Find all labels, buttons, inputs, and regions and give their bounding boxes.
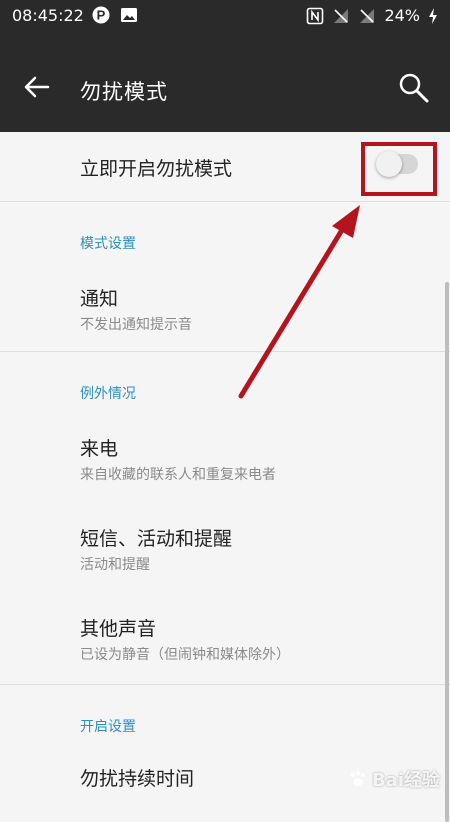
battery-percentage: 24% — [384, 6, 420, 25]
page-title: 勿扰模式 — [80, 80, 168, 104]
section-header-activation-settings: 开启设置 — [80, 719, 136, 735]
app-bar: 勿扰模式 — [0, 32, 450, 132]
section-header-exceptions: 例外情况 — [80, 386, 136, 402]
status-left-icons: P — [92, 6, 138, 24]
list-item-title: 其他声音 — [80, 618, 157, 640]
dnd-toggle-label: 立即开启勿扰模式 — [80, 158, 233, 180]
battery-charging-icon — [429, 7, 437, 24]
back-button[interactable] — [18, 72, 58, 102]
watermark-text: Bai经验 — [371, 770, 440, 791]
annotation-highlight-box — [361, 142, 437, 196]
list-item-subtitle: 来自收藏的联系人和重复来电者 — [80, 467, 276, 483]
list-item-messages-events-reminders[interactable]: 短信、活动和提醒 活动和提醒 — [0, 514, 450, 594]
status-bar: 08:45:22 P 24% — [0, 0, 450, 32]
settings-content: 立即开启勿扰模式 模式设置 通知 不发出通知提示音 例外情况 来电 来自收藏的联… — [0, 132, 450, 822]
signal-off-icon — [360, 8, 375, 23]
list-item-subtitle: 不发出通知提示音 — [80, 317, 192, 333]
list-item-title: 勿扰持续时间 — [80, 768, 195, 790]
image-icon — [121, 8, 137, 22]
paw-icon — [350, 770, 366, 786]
parking-icon: P — [92, 6, 110, 24]
list-item-calls[interactable]: 来电 来自收藏的联系人和重复来电者 — [0, 422, 450, 502]
divider — [0, 351, 450, 352]
section-header-mode-settings: 模式设置 — [80, 236, 136, 252]
search-button[interactable] — [396, 70, 432, 106]
svg-text:P: P — [97, 8, 106, 23]
search-icon — [399, 73, 429, 103]
arrow-left-icon — [24, 76, 50, 98]
list-item-notification[interactable]: 通知 不发出通知提示音 — [0, 272, 450, 352]
scrollbar[interactable] — [445, 282, 449, 822]
list-item-other-sounds[interactable]: 其他声音 已设为静音（但闹钟和媒体除外） — [0, 604, 450, 684]
watermark-logo: Bai经验 — [348, 766, 440, 792]
status-time: 08:45:22 — [12, 6, 84, 25]
status-right-icons: 24% — [306, 6, 438, 25]
list-item-title: 来电 — [80, 438, 119, 460]
divider — [0, 684, 450, 685]
signal-off-icon — [334, 8, 349, 23]
list-item-title: 通知 — [80, 288, 119, 310]
list-item-subtitle: 已设为静音（但闹钟和媒体除外） — [80, 647, 290, 663]
list-item-subtitle: 活动和提醒 — [80, 557, 150, 573]
nfc-icon — [307, 7, 324, 24]
list-item-title: 短信、活动和提醒 — [80, 528, 233, 550]
divider — [0, 201, 450, 202]
